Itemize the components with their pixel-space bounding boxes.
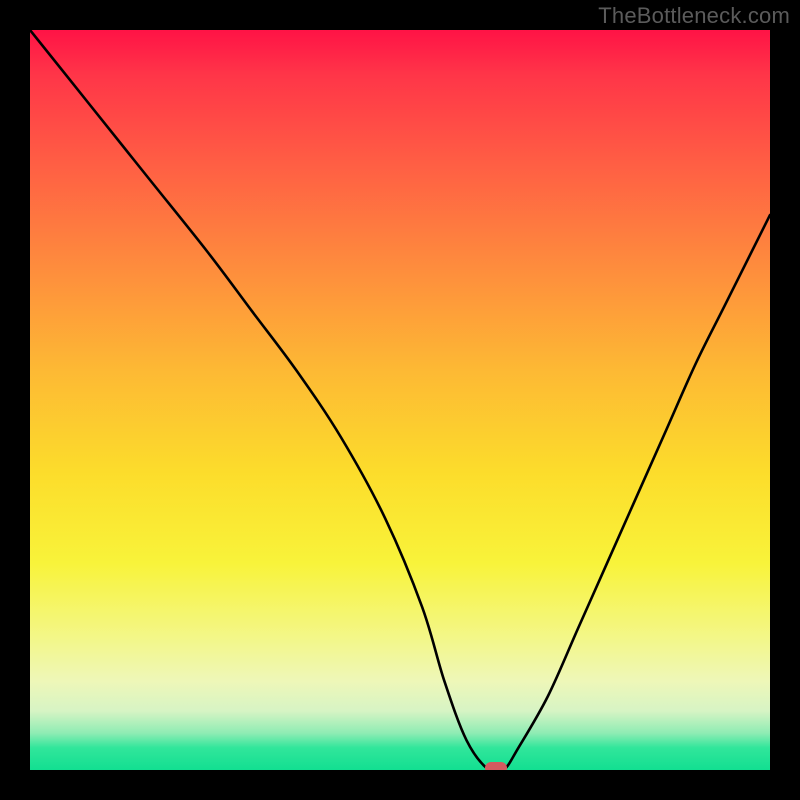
chart-frame: TheBottleneck.com xyxy=(0,0,800,800)
curve-path xyxy=(30,30,770,770)
bottleneck-curve xyxy=(30,30,770,770)
optimal-marker xyxy=(485,762,507,770)
watermark-text: TheBottleneck.com xyxy=(598,3,790,29)
plot-area xyxy=(30,30,770,770)
